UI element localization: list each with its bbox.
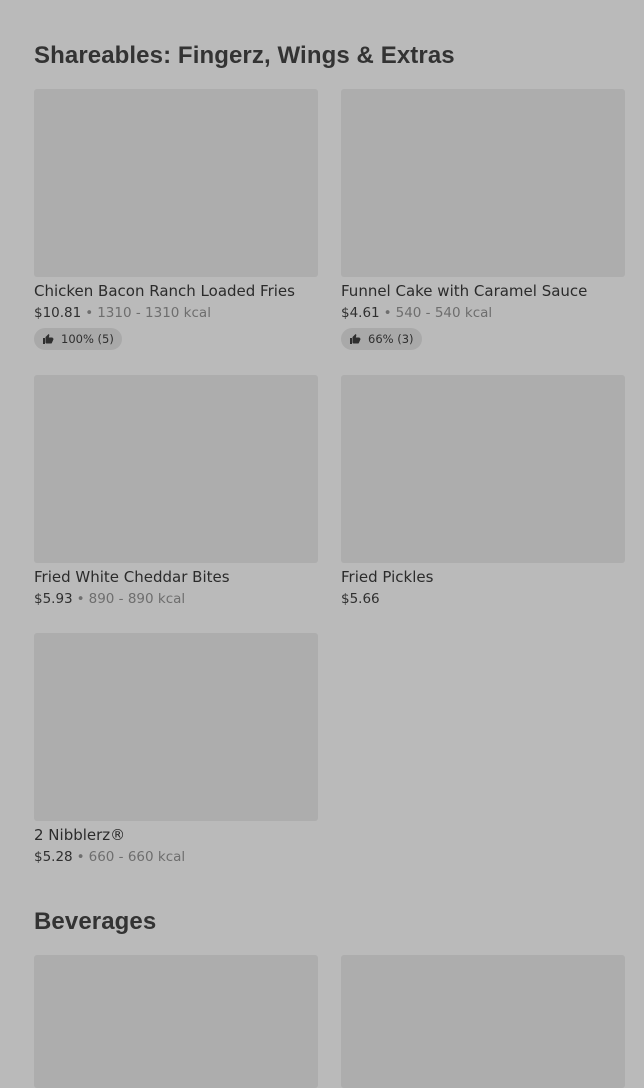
thumbs-up-icon xyxy=(43,334,54,344)
menu-item-card[interactable] xyxy=(34,955,318,1088)
item-price: $10.81 xyxy=(34,305,82,321)
thumbs-up-icon xyxy=(350,334,361,344)
meta-separator: • xyxy=(76,849,85,865)
item-meta: $10.81 • 1310 - 1310 kcal xyxy=(34,305,318,321)
item-image[interactable] xyxy=(341,375,625,563)
item-image[interactable] xyxy=(341,89,625,277)
rating-badge: 100% (5) xyxy=(34,328,122,350)
item-image[interactable] xyxy=(34,89,318,277)
item-name: Fried White Cheddar Bites xyxy=(34,568,230,586)
rating-value: 66% (3) xyxy=(368,332,414,346)
item-price: $4.61 xyxy=(341,305,380,321)
item-price: $5.28 xyxy=(34,849,73,865)
item-meta: $5.28 • 660 - 660 kcal xyxy=(34,849,318,865)
item-calories: 890 - 890 kcal xyxy=(88,591,186,607)
meta-separator: • xyxy=(76,591,85,607)
item-name: Chicken Bacon Ranch Loaded Fries xyxy=(34,282,295,300)
item-image[interactable] xyxy=(341,955,625,1088)
menu-page: Shareables: Fingerz, Wings & Extras Chic… xyxy=(0,0,644,1088)
menu-item-card[interactable]: 2 Nibblerz® $5.28 • 660 - 660 kcal xyxy=(34,633,318,865)
rating-value: 100% (5) xyxy=(61,332,114,346)
item-name: Fried Pickles xyxy=(341,568,434,586)
section-title-shareables: Shareables: Fingerz, Wings & Extras xyxy=(34,42,455,69)
meta-separator: • xyxy=(85,305,94,321)
item-calories: 660 - 660 kcal xyxy=(88,849,186,865)
menu-item-card[interactable]: Funnel Cake with Caramel Sauce $4.61 • 540… xyxy=(341,89,625,350)
menu-item-card[interactable]: Fried White Cheddar Bites $5.93 • 890 - 89… xyxy=(34,375,318,607)
item-calories: 540 - 540 kcal xyxy=(395,305,493,321)
item-meta: $5.93 • 890 - 890 kcal xyxy=(34,591,318,607)
item-meta: $4.61 • 540 - 540 kcal xyxy=(341,305,625,321)
item-calories: 1310 - 1310 kcal xyxy=(97,305,211,321)
item-price: $5.66 xyxy=(341,591,380,607)
menu-item-card[interactable] xyxy=(341,955,625,1088)
item-name: Funnel Cake with Caramel Sauce xyxy=(341,282,588,300)
item-image[interactable] xyxy=(34,955,318,1088)
menu-item-card[interactable]: Chicken Bacon Ranch Loaded Fries $10.81 •… xyxy=(34,89,318,350)
section-title-beverages: Beverages xyxy=(34,908,157,935)
rating-badge: 66% (3) xyxy=(341,328,422,350)
item-price: $5.93 xyxy=(34,591,73,607)
item-name: 2 Nibblerz® xyxy=(34,826,126,844)
item-image[interactable] xyxy=(34,375,318,563)
menu-item-card[interactable]: Fried Pickles $5.66 xyxy=(341,375,625,607)
item-image[interactable] xyxy=(34,633,318,821)
meta-separator: • xyxy=(383,305,392,321)
item-meta: $5.66 xyxy=(341,591,625,607)
